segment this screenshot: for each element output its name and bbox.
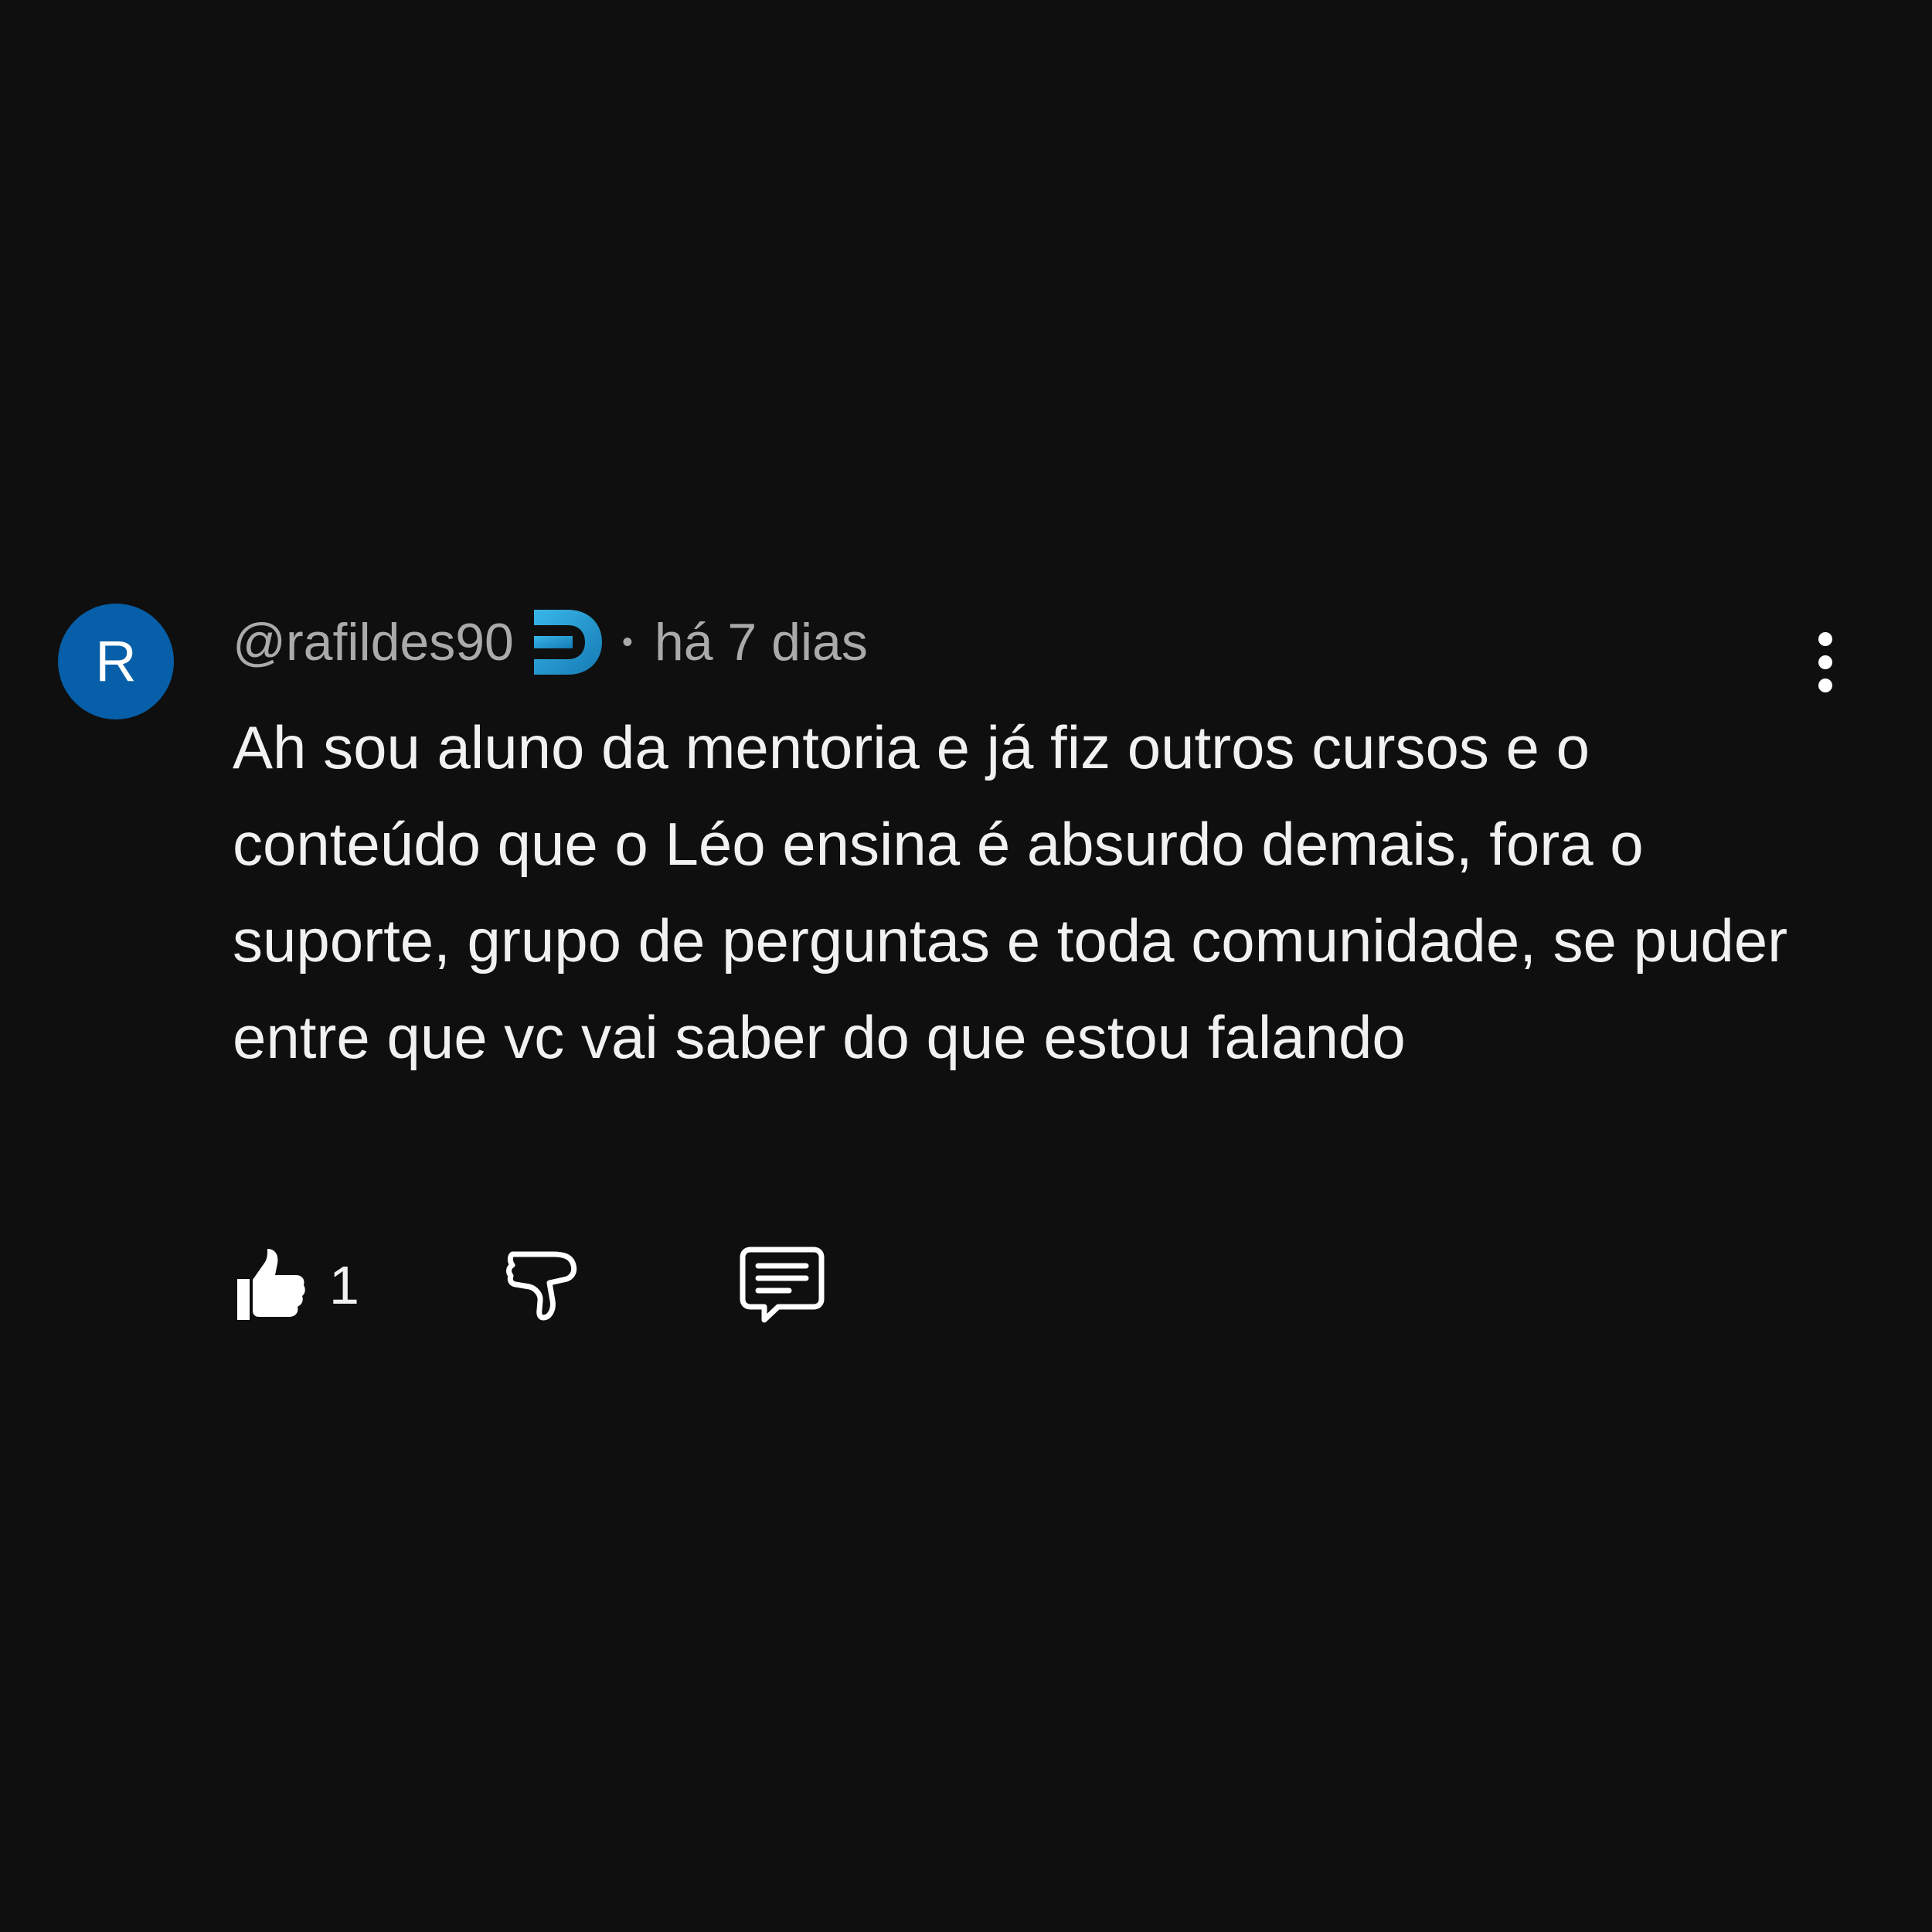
author-handle[interactable]: @rafildes90 [233, 612, 514, 672]
reply-comment-icon [740, 1247, 825, 1323]
like-button[interactable]: 1 [233, 1243, 359, 1328]
reply-button[interactable] [740, 1243, 825, 1328]
comment-thread: R @rafildes90 • há 7 dias Ah sou aluno d… [0, 0, 1932, 1932]
comment-menu-button[interactable] [1801, 628, 1850, 697]
avatar-initial: R [95, 629, 137, 693]
comment-header: @rafildes90 • há 7 dias [233, 604, 868, 681]
dislike-button[interactable] [505, 1243, 578, 1328]
like-count: 1 [329, 1255, 359, 1315]
comment-text: Ah sou aluno da mentoria e já fiz outros… [233, 713, 1788, 1071]
member-badge-icon [528, 607, 605, 678]
meta-separator: • [621, 624, 633, 659]
more-vertical-icon [1818, 632, 1832, 692]
thumbs-up-icon [237, 1249, 305, 1320]
comment-time[interactable]: há 7 dias [655, 612, 868, 672]
thumbs-down-icon [506, 1251, 577, 1321]
avatar[interactable]: R [58, 604, 174, 719]
